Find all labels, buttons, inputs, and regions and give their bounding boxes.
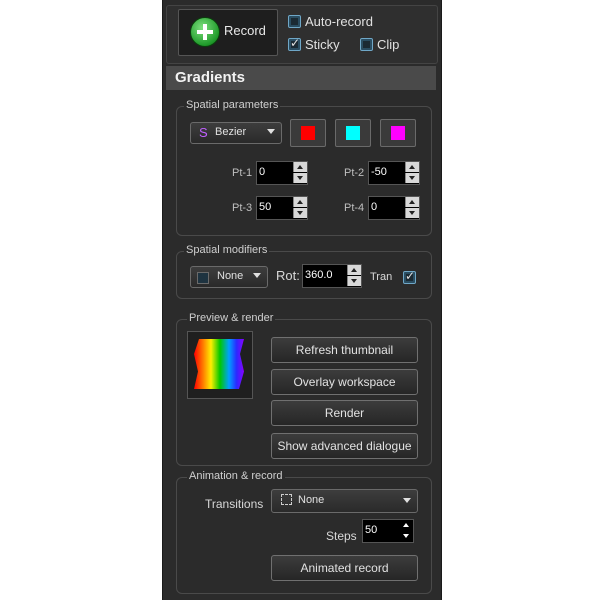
pt1-down-button[interactable]	[293, 173, 307, 183]
pt3-down-button[interactable]	[293, 208, 307, 218]
pt4-label: Pt-4	[344, 202, 365, 214]
page-title: Gradients	[175, 69, 246, 86]
chevron-down-icon	[403, 498, 411, 503]
render-button[interactable]: Render	[271, 400, 418, 426]
show-advanced-dialogue-button[interactable]: Show advanced dialogue	[271, 433, 418, 459]
steps-down-button[interactable]	[400, 531, 413, 541]
bezier-icon: S	[199, 125, 208, 140]
auto-record-checkbox[interactable]	[288, 15, 301, 28]
pt4-value: 0	[371, 201, 378, 213]
panel-header: Gradients	[166, 66, 436, 90]
pt3-stepper[interactable]: 50	[256, 196, 308, 220]
pt2-up-button[interactable]	[405, 162, 419, 172]
pt1-stepper[interactable]: 0	[256, 161, 308, 185]
dotted-square-icon	[281, 494, 292, 505]
steps-value: 50	[365, 524, 378, 536]
pt3-value: 50	[259, 201, 272, 213]
auto-record-label: Auto-record	[305, 14, 373, 29]
sticky-checkbox[interactable]	[288, 36, 301, 51]
animation-record-title: Animation & record	[187, 470, 285, 482]
chevron-down-icon	[253, 273, 261, 278]
pt2-label: Pt-2	[344, 167, 365, 179]
transitions-label: Transitions	[205, 497, 264, 511]
color-swatch-1[interactable]	[290, 119, 326, 147]
tran-checkbox[interactable]	[403, 269, 416, 284]
refresh-thumbnail-button[interactable]: Refresh thumbnail	[271, 337, 418, 363]
pt2-value: -50	[371, 166, 387, 178]
chevron-down-icon	[267, 129, 275, 134]
pt3-up-button[interactable]	[293, 197, 307, 207]
pt4-down-button[interactable]	[405, 208, 419, 218]
spatial-parameters-title: Spatial parameters	[184, 99, 281, 111]
clip-label: Clip	[377, 37, 400, 52]
rot-value: 360.0	[305, 269, 333, 281]
rot-up-button[interactable]	[347, 265, 361, 275]
modifier-label: None	[217, 270, 244, 282]
color-swatch-3[interactable]	[380, 119, 416, 147]
overlay-workspace-button[interactable]: Overlay workspace	[271, 369, 418, 395]
rot-label: Rot:	[276, 268, 300, 283]
clip-checkbox[interactable]	[360, 38, 373, 51]
rot-down-button[interactable]	[347, 276, 361, 286]
record-button-label: Record	[224, 23, 266, 38]
modifier-dropdown[interactable]: None	[190, 266, 268, 288]
pt4-stepper[interactable]: 0	[368, 196, 420, 220]
pt2-stepper[interactable]: -50	[368, 161, 420, 185]
pt2-down-button[interactable]	[405, 173, 419, 183]
preview-render-title: Preview & render	[187, 312, 276, 324]
steps-label: Steps	[326, 529, 357, 543]
plus-circle-icon	[190, 17, 220, 47]
rot-stepper[interactable]: 360.0	[302, 264, 362, 288]
pt3-label: Pt-3	[232, 202, 253, 214]
transitions-dropdown[interactable]: None	[271, 489, 418, 513]
animated-record-button[interactable]: Animated record	[271, 555, 418, 581]
sticky-label: Sticky	[305, 37, 340, 52]
tran-label: Tran	[370, 271, 393, 283]
gradient-type-label: Bezier	[215, 126, 247, 138]
pt4-up-button[interactable]	[405, 197, 419, 207]
color-swatch-2[interactable]	[335, 119, 371, 147]
steps-up-button[interactable]	[400, 520, 413, 530]
transitions-value: None	[298, 494, 325, 506]
pt1-up-button[interactable]	[293, 162, 307, 172]
spatial-modifiers-title: Spatial modifiers	[184, 244, 270, 256]
modifier-icon	[197, 272, 209, 284]
gradient-type-dropdown[interactable]: S Bezier	[190, 122, 282, 144]
pt1-value: 0	[259, 166, 266, 178]
gradient-thumbnail	[187, 331, 253, 399]
pt1-label: Pt-1	[232, 167, 253, 179]
steps-stepper[interactable]: 50	[362, 519, 414, 543]
